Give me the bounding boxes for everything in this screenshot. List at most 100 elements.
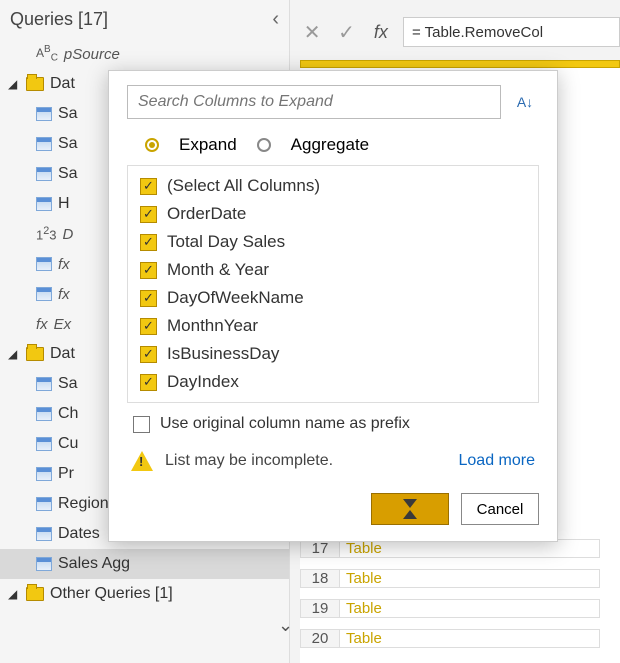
folder-icon [26,77,44,91]
fx-type-icon: fx [36,316,48,333]
formula-bar: ✕ ✓ fx [300,14,620,50]
load-more-link[interactable]: Load more [459,452,536,470]
column-option[interactable]: ✓ (Select All Columns) [132,172,534,200]
checkbox-checked-icon[interactable]: ✓ [140,206,157,223]
table-icon [36,527,52,541]
warning-text: List may be incomplete. [165,452,333,470]
query-label: Sa [58,135,78,153]
fx-icon[interactable]: fx [369,17,393,47]
formula-input[interactable] [403,17,620,47]
expand-mode-radios: Expand Aggregate [145,135,539,155]
caret-down-icon: ◢ [8,347,20,361]
query-item-selected[interactable]: Sales Agg [0,549,289,579]
column-label: IsBusinessDay [167,344,279,364]
column-label: Total Day Sales [167,232,285,252]
caret-down-icon: ◢ [8,587,20,601]
commit-formula-icon[interactable]: ✓ [334,17,358,47]
cell-value[interactable]: Table [340,569,600,588]
query-label: Ex [54,316,72,333]
table-icon [36,287,52,301]
column-label: OrderDate [167,204,246,224]
cell-value[interactable]: Table [340,629,600,648]
checkbox-checked-icon[interactable]: ✓ [140,262,157,279]
group-label: Dat [50,75,75,93]
abc-type-icon: ABC [36,44,58,63]
query-label: D [63,226,74,243]
table-icon [36,467,52,481]
radio-expand[interactable] [145,138,159,152]
checkbox-checked-icon[interactable]: ✓ [140,178,157,195]
folder-icon [26,587,44,601]
query-label: Ch [58,405,78,423]
column-header-bar[interactable] [300,60,620,68]
prefix-label: Use original column name as prefix [160,415,410,433]
cancel-formula-icon[interactable]: ✕ [300,17,324,47]
query-label: Sa [58,375,78,393]
query-label: Pr [58,465,74,483]
table-icon [36,557,52,571]
table-icon [36,257,52,271]
caret-down-icon: ◢ [8,77,20,91]
table-icon [36,167,52,181]
scroll-down-icon[interactable]: ⌄ [278,615,293,636]
search-columns-input[interactable] [127,85,501,119]
prefix-option[interactable]: Use original column name as prefix [127,403,539,437]
table-icon [36,137,52,151]
group-label: Dat [50,345,75,363]
column-option[interactable]: ✓ MonthnYear [132,312,534,340]
column-option[interactable]: ✓ Total Day Sales [132,228,534,256]
query-label: fx [58,286,70,303]
column-label: Month & Year [167,260,269,280]
query-label: Cu [58,435,78,453]
radio-expand-label: Expand [179,135,237,155]
column-label: DayOfWeekName [167,288,304,308]
ok-button[interactable] [371,493,449,525]
column-option[interactable]: ✓ IsBusinessDay [132,340,534,368]
table-icon [36,497,52,511]
column-label: (Select All Columns) [167,176,320,196]
table-icon [36,197,52,211]
column-label: MonthnYear [167,316,258,336]
row-index: 19 [300,599,340,618]
column-option[interactable]: ✓ Month & Year [132,256,534,284]
columns-list: ✓ (Select All Columns) ✓ OrderDate ✓ Total … [127,165,539,403]
query-group[interactable]: ◢ Other Queries [1] [0,579,289,609]
cell-value[interactable]: Table [340,599,600,618]
column-option[interactable]: ✓ OrderDate [132,200,534,228]
query-label: fx [58,256,70,273]
table-icon [36,437,52,451]
checkbox-checked-icon[interactable]: ✓ [140,374,157,391]
hourglass-icon [403,499,417,519]
query-label: Sa [58,165,78,183]
table-icon [36,407,52,421]
sort-az-button[interactable]: A↓ [511,88,539,116]
number-type-icon: 123 [36,225,57,242]
query-label: pSource [64,46,120,63]
query-label: Sales Agg [58,555,130,573]
checkbox-unchecked-icon[interactable] [133,416,150,433]
group-label: Other Queries [1] [50,585,173,603]
table-icon [36,107,52,121]
table-row[interactable]: 19Table [300,593,600,623]
radio-aggregate[interactable] [257,138,271,152]
cancel-button[interactable]: Cancel [461,493,539,525]
table-row[interactable]: 18Table [300,563,600,593]
radio-aggregate-label: Aggregate [291,135,369,155]
checkbox-checked-icon[interactable]: ✓ [140,318,157,335]
query-item[interactable]: ABC pSource [0,39,289,69]
collapse-panel-icon[interactable]: ‹ [272,8,279,31]
checkbox-checked-icon[interactable]: ✓ [140,290,157,307]
column-option[interactable]: ✓ DayIndex [132,368,534,396]
column-option[interactable]: ✓ DayOfWeekName [132,284,534,312]
table-icon [36,377,52,391]
checkbox-checked-icon[interactable]: ✓ [140,234,157,251]
queries-header: Queries [17] ‹ [0,0,289,39]
column-label: DayIndex [167,372,239,392]
row-index: 20 [300,629,340,648]
expand-columns-popup: A↓ Expand Aggregate ✓ (Select All Columns… [108,70,558,542]
checkbox-checked-icon[interactable]: ✓ [140,346,157,363]
row-index: 18 [300,569,340,588]
warning-icon [131,451,153,471]
table-row[interactable]: 20Table [300,623,600,653]
folder-icon [26,347,44,361]
